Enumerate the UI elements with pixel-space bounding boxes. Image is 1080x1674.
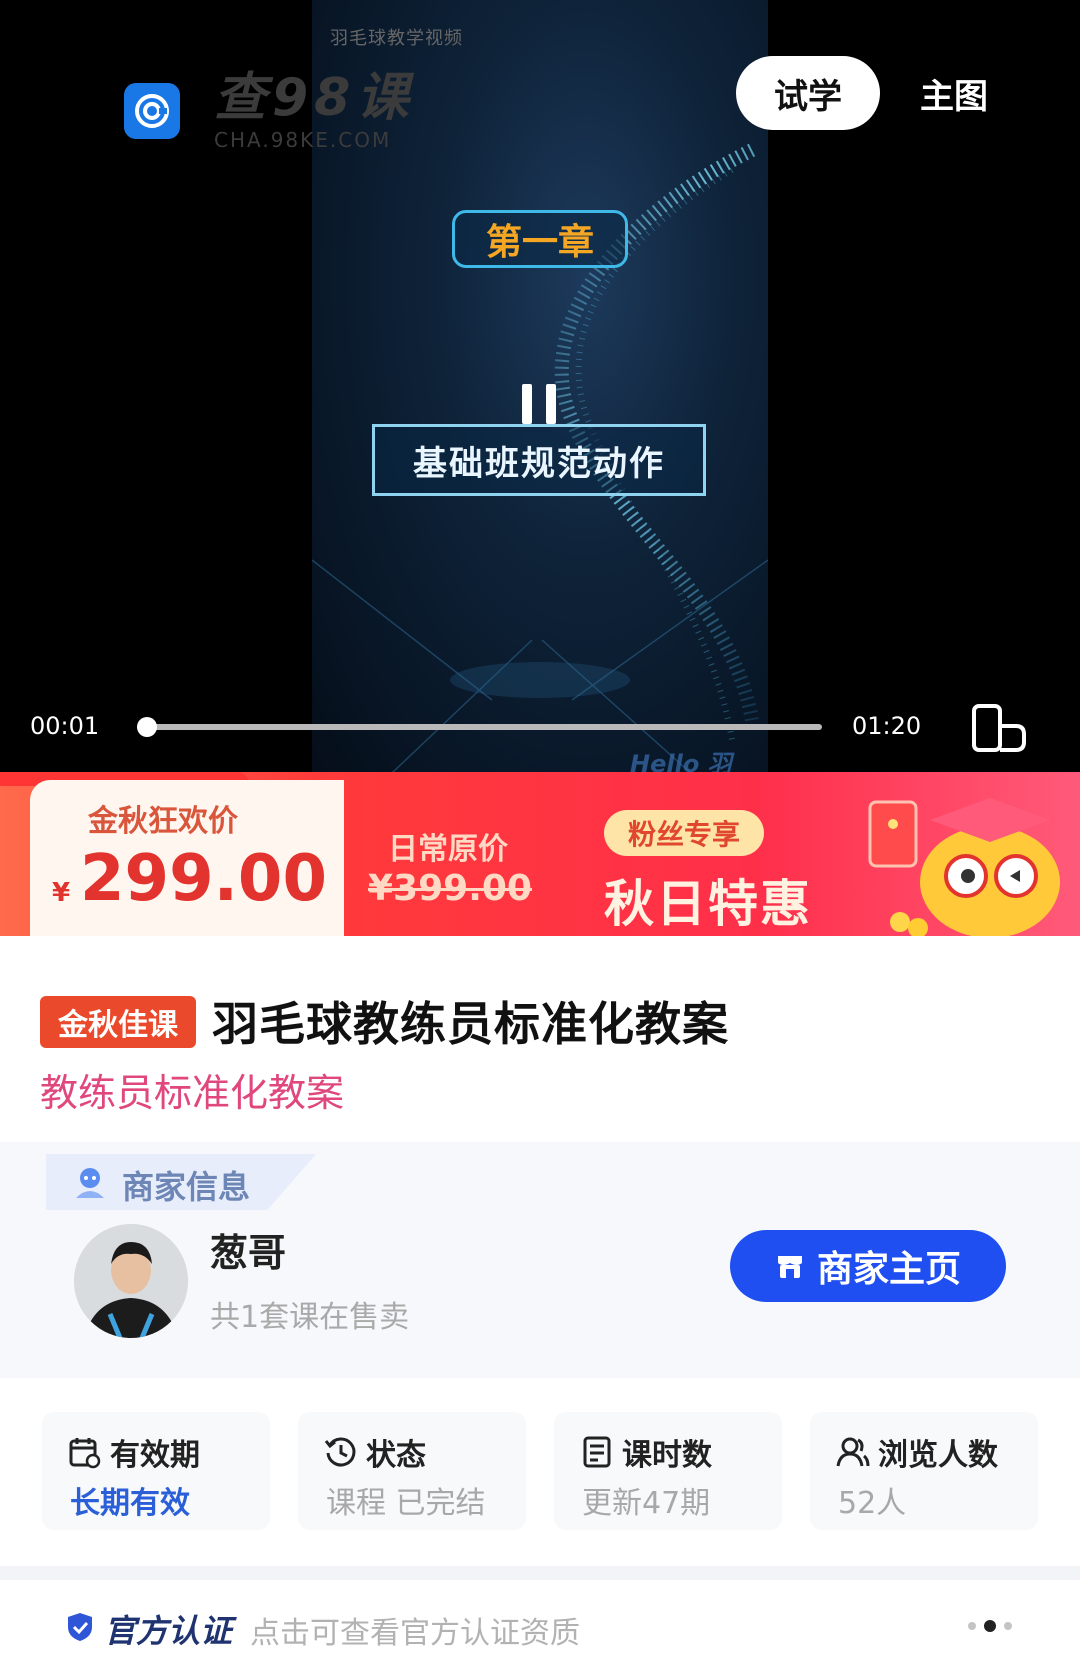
stat-status-value: 课程 已完结 (326, 1486, 486, 1521)
stat-validity-label: 有效期 (110, 1438, 200, 1473)
stat-status-label: 状态 (366, 1438, 426, 1473)
tab-main-image[interactable]: 主图 (920, 56, 988, 130)
brand-url: CHA.98KE.COM (214, 128, 392, 152)
original-price-label: 日常原价 (388, 832, 508, 867)
rotate-screen-icon[interactable] (970, 704, 1030, 754)
chapter-title: 基础班规范动作 (372, 424, 706, 496)
sale-price: 299.00 (80, 842, 327, 916)
stat-lessons: 课时数 更新47期 (554, 1412, 782, 1530)
brand-watermark: 查98课 CHA.98KE.COM (124, 70, 414, 152)
merchant-course-count: 共1套课在售卖 (210, 1300, 410, 1335)
mascot-illustration (868, 798, 1060, 936)
time-current: 00:01 (30, 712, 100, 740)
autumn-deal-text: 秋日特惠 (604, 875, 812, 933)
merchant-home-button[interactable]: 商家主页 (730, 1230, 1006, 1302)
shield-check-icon (68, 1613, 92, 1641)
stat-validity: 有效期 长期有效 (42, 1412, 270, 1530)
store-person-icon (76, 1168, 104, 1198)
merchant-home-label: 商家主页 (816, 1249, 961, 1290)
stat-views: 浏览人数 52人 (810, 1412, 1038, 1530)
store-icon (777, 1256, 802, 1278)
document-icon (583, 1436, 611, 1468)
brand-logo-icon (124, 83, 180, 139)
stat-lessons-label: 课时数 (622, 1438, 712, 1473)
fans-exclusive-badge: 粉丝专享 (604, 810, 764, 856)
stat-lessons-value: 更新47期 (582, 1486, 711, 1521)
currency-symbol: ¥ (52, 878, 71, 908)
official-certification-desc: 点击可查看官方认证资质 (250, 1616, 580, 1651)
pause-icon[interactable] (522, 384, 556, 424)
calendar-icon (69, 1438, 101, 1469)
merchant-name: 葱哥 (210, 1231, 287, 1275)
sale-price-label: 金秋狂欢价 (88, 804, 238, 839)
course-title-section: 金秋佳课 羽毛球教练员标准化教案 教练员标准化教案 (0, 936, 1080, 1142)
stat-views-value: 52人 (838, 1486, 907, 1521)
time-total: 01:20 (852, 712, 922, 740)
users-icon (836, 1437, 870, 1467)
video-player[interactable]: 羽毛球教学视频 查98课 CHA.98KE.COM 试学 主图 第一章 基础班规… (0, 0, 1080, 792)
official-certification-label: 官方认证 (104, 1612, 233, 1650)
brand-name: 查98课 (214, 68, 415, 128)
more-options-icon[interactable] (968, 1620, 1012, 1632)
tab-trial[interactable]: 试学 (736, 56, 880, 130)
promo-banner: 金秋狂欢价 ¥ 299.00 日常原价 ¥399.00 粉丝专享 秋日特惠 (0, 772, 1080, 936)
top-watermark: 羽毛球教学视频 (330, 28, 463, 49)
chapter-tag: 第一章 (452, 210, 628, 268)
official-certification-row[interactable]: 官方认证 点击可查看官方认证资质 (0, 1566, 1080, 1674)
progress-bar[interactable] (136, 717, 822, 737)
stat-status: 状态 课程 已完结 (298, 1412, 526, 1530)
merchant-avatar[interactable] (74, 1224, 188, 1338)
merchant-section-label: 商家信息 (122, 1168, 251, 1206)
merchant-info-section: 商家信息 葱哥 共1套课在售卖 商家主页 (0, 1142, 1080, 1378)
stat-views-label: 浏览人数 (878, 1438, 998, 1473)
autumn-course-badge: 金秋佳课 (40, 996, 196, 1048)
progress-knob[interactable] (136, 717, 157, 737)
course-subtitle: 教练员标准化教案 (40, 1071, 345, 1115)
original-price: ¥399.00 (368, 868, 532, 909)
course-title: 羽毛球教练员标准化教案 (212, 997, 729, 1051)
history-icon (324, 1437, 356, 1467)
course-stats: 有效期 长期有效 状态 课程 已完结 课时数 更新47期 浏览人数 52人 (0, 1378, 1080, 1566)
stat-validity-value: 长期有效 (70, 1486, 190, 1521)
